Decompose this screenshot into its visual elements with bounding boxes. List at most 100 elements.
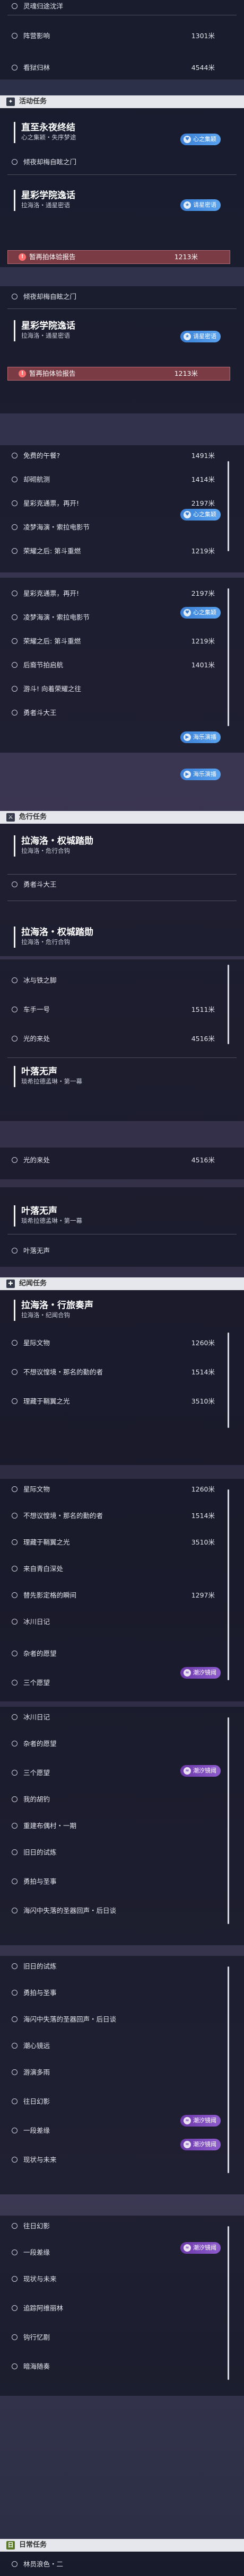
list-item[interactable]: 理藏于鞘翼之光 3510米 — [0, 1537, 244, 1548]
list-item[interactable]: 星际文物 1260米 — [0, 1338, 244, 1348]
wave-icon: ≈ — [184, 2117, 191, 2124]
quest-name: 来自青白深处 — [23, 1565, 64, 1573]
quest-name: 冰与铁之脚 — [23, 976, 57, 984]
quest-name: 三个愿望 — [23, 1679, 50, 1687]
list-item[interactable]: 不想议惶境・那名的勤的者 1514米 — [0, 1367, 244, 1378]
list-item[interactable]: 看狱归林 4544米 — [0, 63, 244, 73]
list-item[interactable]: 三个愿望 — [0, 1678, 244, 1688]
list-item[interactable]: 勇拍与圣事 — [0, 1876, 244, 1887]
distance: 1213米 — [174, 369, 198, 377]
list-item[interactable]: 重建布偶村・一期 — [0, 1821, 244, 1831]
list-item[interactable]: 杂者的愿望 — [0, 1739, 244, 1749]
list-item[interactable]: 往日幻影 — [0, 2221, 244, 2231]
distance: 1297米 — [191, 1591, 215, 1599]
quest-name: 星彩克通票，再开! — [23, 589, 80, 597]
circle-icon — [12, 1741, 18, 1746]
list-item[interactable]: 勇者斗大王 — [0, 708, 244, 718]
quest-name: 星彩克通票，再开! — [23, 499, 80, 507]
circle-icon — [12, 1770, 18, 1776]
list-item[interactable]: 理藏于鞘翼之光 3510米 — [0, 1396, 244, 1407]
panel-hero: ▶ 海乐演播 拉海洛・权城踏勋 拉海洛・危行合钩 勇者斗大王 拉海洛・权城踏勋 拉… — [0, 769, 244, 956]
list-item[interactable]: 星际文物 1260米 — [0, 1484, 244, 1495]
list-item[interactable]: 凌梦海演・索拉电影节 — [0, 522, 244, 533]
divider — [7, 174, 237, 175]
list-item[interactable]: 不想议惶境・那名的勤的者 1514米 — [0, 1511, 244, 1521]
category-header-daily[interactable]: 日 日常任务 — [0, 2539, 244, 2552]
heart-icon: ♥ — [184, 136, 191, 143]
quest-header[interactable]: 叶落无声 琰希拉德孟琳・第一幕 — [0, 1064, 244, 1090]
panel-quest-7: 叶落无声 琰希拉德孟琳・第一幕 叶落无声 — [0, 1187, 244, 1267]
list-item[interactable]: 后裔节拍启航 1401米 — [0, 660, 244, 671]
list-item[interactable]: 倾夜却梅自眩之门 — [0, 157, 244, 167]
list-item[interactable]: 海闪中失落的圣器回声・后日谈 — [0, 2014, 244, 2025]
event-badge: ≈ 潮汐镜阈 — [180, 2242, 221, 2254]
distance: 1401米 — [191, 661, 215, 669]
scrollbar[interactable] — [228, 588, 229, 726]
list-item[interactable]: 海闪中失落的圣器回声・后日谈 — [0, 1905, 244, 1916]
list-item[interactable]: 现状与未来 — [0, 2155, 244, 2165]
tracked-quest[interactable]: ! 暂再拍体验报告 1213米 — [7, 367, 230, 381]
list-item[interactable]: 旧日的试炼 — [0, 1961, 244, 1972]
category-header-memory[interactable]: ✚ 纪闻任务 — [0, 1277, 244, 1290]
list-item[interactable]: 替先影定格的瞬间 1297米 — [0, 1590, 244, 1601]
distance: 1219米 — [191, 547, 215, 555]
list-item[interactable]: 我的胡钓 — [0, 1794, 244, 1805]
list-item[interactable]: 星彩克通票，再开! 2197米 — [0, 498, 244, 509]
circle-icon — [12, 1566, 18, 1572]
quest-name: 星际文物 — [23, 1485, 50, 1493]
circle-icon — [12, 524, 18, 530]
quest-header[interactable]: 直至永夜终结 心之集颖・失序梦途 ♥ 心之集颖 — [0, 120, 244, 146]
list-item[interactable]: 光的来处 4516米 — [0, 1155, 244, 1166]
quest-header[interactable]: 叶落无声 琰希拉德孟琳・第一幕 — [0, 1203, 244, 1230]
list-item[interactable]: 荣耀之后: 第斗重燃 1219米 — [0, 546, 244, 557]
list-item[interactable]: 游斗! 向着荣耀之往 — [0, 684, 244, 694]
tracked-quest[interactable]: ! 暂再拍体验报告 1213米 — [7, 250, 230, 264]
circle-icon — [12, 1248, 18, 1254]
event-badge: ≈ 潮汐镜阈 — [180, 2139, 221, 2150]
quest-subtitle: 拉海洛・纪闻合钩 — [21, 1311, 70, 1319]
list-item[interactable]: 勇者斗大王 — [0, 879, 244, 890]
circle-icon — [12, 1369, 18, 1375]
list-item[interactable]: 杂者的愿望 — [0, 1648, 244, 1659]
list-item[interactable]: 一段差缘 — [0, 2125, 244, 2136]
list-item[interactable]: 暗海随奏 — [0, 2361, 244, 2372]
quest-name: 一段差缘 — [23, 2248, 50, 2256]
list-item[interactable]: 免费的午餐? 1491米 — [0, 451, 244, 461]
list-item[interactable]: 却砌航测 1414米 — [0, 474, 244, 485]
distance: 4516米 — [191, 1035, 215, 1043]
list-item[interactable]: 车手一号 1511米 — [0, 1004, 244, 1015]
list-item[interactable]: 旧日的试炼 — [0, 1847, 244, 1858]
list-item[interactable]: 冰川日记 — [0, 1617, 244, 1627]
list-item[interactable]: 游演多雨 — [0, 2067, 244, 2078]
list-item[interactable]: 光的来处 4516米 — [0, 1034, 244, 1044]
list-item[interactable]: 追踪阿维丽林 — [0, 2303, 244, 2314]
list-item[interactable]: 冰与铁之脚 — [0, 975, 244, 986]
quest-header[interactable]: 拉海洛・行旅奏声 拉海洛・纪闻合钩 — [0, 1298, 244, 1324]
category-header-hero[interactable]: ⚔ 危行任务 — [0, 811, 244, 824]
list-item[interactable]: 阵营影响 1301米 — [0, 31, 244, 41]
list-item[interactable]: 星彩克通票，再开! 2197米 — [0, 588, 244, 599]
category-header-activity[interactable]: ✦ 活动任务 — [0, 95, 244, 108]
quest-header[interactable]: 星彩学院逸话 拉海洛・通星密语 ★ 请星密语 — [0, 188, 244, 214]
list-item[interactable]: 往日幻影 — [0, 2096, 244, 2107]
quest-header[interactable]: 拉海洛・权城踏勋 拉海洛・危行合钩 — [0, 924, 244, 951]
quest-name: 暂再拍体验报告 — [29, 253, 76, 261]
list-item[interactable]: 来自青白深处 — [0, 1564, 244, 1574]
quest-header[interactable]: 拉海洛・权城踏勋 拉海洛・危行合钩 — [0, 833, 244, 860]
list-item[interactable]: 灵魂归途沈洋 — [0, 1, 244, 12]
list-item[interactable]: 冰川日记 — [0, 1712, 244, 1723]
panel-memory: 拉海洛・行旅奏声 拉海洛・纪闻合钩 星际文物 1260米 不想议惶境・那名的勤的… — [0, 1290, 244, 1465]
quest-header[interactable]: 星彩学院逸话 拉海洛・通星密语 ★ 请星密语 — [0, 318, 244, 345]
circle-icon — [12, 2043, 18, 2049]
quest-subtitle: 琰希拉德孟琳・第一幕 — [21, 1217, 82, 1224]
list-item[interactable]: 勇拍与圣事 — [0, 1988, 244, 1998]
quest-name: 倾夜却梅自眩之门 — [23, 293, 77, 301]
circle-icon — [12, 662, 18, 668]
list-item[interactable]: 倾夜却梅自眩之门 — [0, 292, 244, 302]
list-item[interactable]: 叶落无声 — [0, 1246, 244, 1256]
list-item[interactable]: 潮心镜远 — [0, 2041, 244, 2051]
list-item[interactable]: 林员浪色・二 — [0, 2559, 244, 2570]
list-item[interactable]: 现状与未来 — [0, 2274, 244, 2284]
list-item[interactable]: 荣耀之后: 第斗重燃 1219米 — [0, 636, 244, 647]
list-item[interactable]: 钩行忆剧 — [0, 2332, 244, 2343]
